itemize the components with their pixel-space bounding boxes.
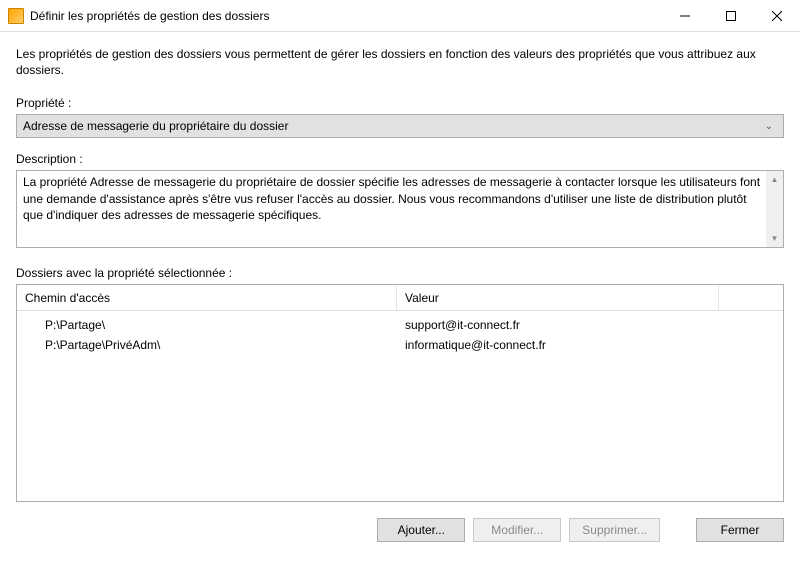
table-row[interactable]: P:\Partage\PrivéAdm\ informatique@it-con… (17, 335, 783, 355)
listview-header: Chemin d'accès Valeur (17, 285, 783, 311)
titlebar: Définir les propriétés de gestion des do… (0, 0, 800, 32)
intro-text: Les propriétés de gestion des dossiers v… (16, 46, 784, 78)
delete-button[interactable]: Supprimer... (569, 518, 660, 542)
cell-value: support@it-connect.fr (397, 318, 783, 332)
window-title: Définir les propriétés de gestion des do… (30, 9, 662, 23)
chevron-down-icon: ⌄ (761, 121, 777, 132)
app-icon (8, 8, 24, 24)
column-header-tail (719, 285, 783, 310)
scrollbar[interactable]: ▲ ▼ (766, 171, 783, 247)
close-dialog-button[interactable]: Fermer (696, 518, 784, 542)
add-button[interactable]: Ajouter... (377, 518, 465, 542)
listview-body: P:\Partage\ support@it-connect.fr P:\Par… (17, 311, 783, 355)
table-row[interactable]: P:\Partage\ support@it-connect.fr (17, 315, 783, 335)
maximize-button[interactable] (708, 0, 754, 31)
minimize-button[interactable] (662, 0, 708, 31)
cell-path: P:\Partage\PrivéAdm\ (17, 338, 397, 352)
description-label: Description : (16, 152, 784, 166)
column-header-value[interactable]: Valeur (397, 285, 719, 310)
property-dropdown[interactable]: Adresse de messagerie du propriétaire du… (16, 114, 784, 138)
property-selected-value: Adresse de messagerie du propriétaire du… (23, 119, 761, 133)
column-header-path[interactable]: Chemin d'accès (17, 285, 397, 310)
content-area: Les propriétés de gestion des dossiers v… (0, 32, 800, 556)
folders-listview[interactable]: Chemin d'accès Valeur P:\Partage\ suppor… (16, 284, 784, 502)
property-label: Propriété : (16, 96, 784, 110)
close-button[interactable] (754, 0, 800, 31)
folders-label: Dossiers avec la propriété sélectionnée … (16, 266, 784, 280)
edit-button[interactable]: Modifier... (473, 518, 561, 542)
cell-value: informatique@it-connect.fr (397, 338, 783, 352)
description-field-wrap: La propriété Adresse de messagerie du pr… (16, 170, 784, 248)
scroll-down-icon[interactable]: ▼ (766, 230, 783, 247)
button-bar: Ajouter... Modifier... Supprimer... Ferm… (16, 516, 784, 542)
description-textarea[interactable]: La propriété Adresse de messagerie du pr… (16, 170, 784, 248)
cell-path: P:\Partage\ (17, 318, 397, 332)
scroll-up-icon[interactable]: ▲ (766, 171, 783, 188)
window-controls (662, 0, 800, 31)
